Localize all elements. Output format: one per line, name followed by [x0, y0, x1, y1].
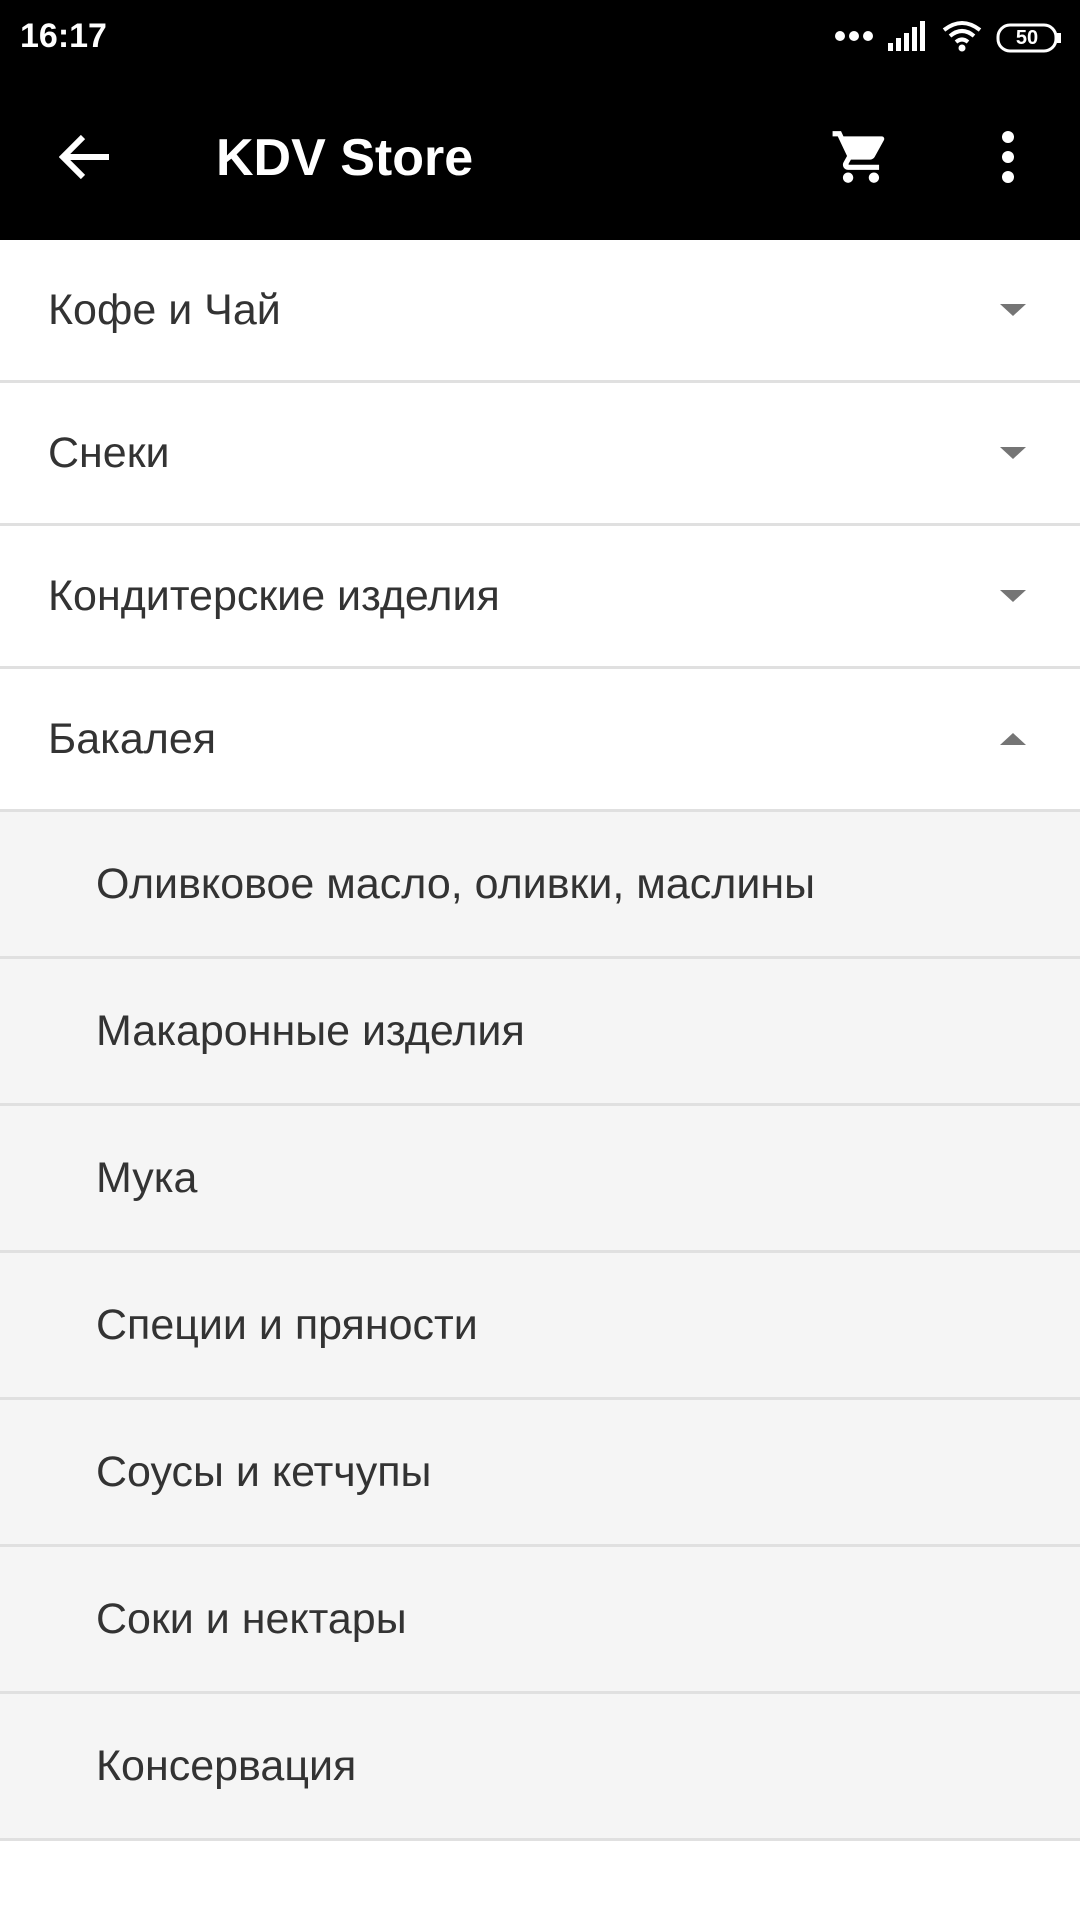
subcategory-item-olive-oil[interactable]: Оливковое масло, оливки, маслины — [0, 812, 1080, 959]
category-item-coffee-tea[interactable]: Кофе и Чай — [0, 240, 1080, 383]
arrow-back-icon — [58, 134, 111, 184]
subcategory-item-juices[interactable]: Соки и нектары — [0, 1547, 1080, 1694]
dots-icon — [834, 29, 874, 47]
app-toolbar: KDV Store — [0, 74, 1080, 240]
subcategory-label: Консервация — [96, 1742, 357, 1790]
more-options-button[interactable] — [968, 114, 1048, 204]
chevron-up-icon — [998, 729, 1028, 749]
status-icons: 50 — [834, 18, 1062, 58]
subcategory-item-flour[interactable]: Мука — [0, 1106, 1080, 1253]
subcategory-label: Соки и нектары — [96, 1595, 407, 1643]
subcategory-item-canned[interactable]: Консервация — [0, 1694, 1080, 1841]
app-title: KDV Store — [216, 129, 474, 187]
back-button[interactable] — [40, 114, 130, 204]
subcategory-item-sauces[interactable]: Соусы и кетчупы — [0, 1400, 1080, 1547]
category-label: Кофе и Чай — [48, 286, 281, 334]
category-label: Снеки — [48, 429, 170, 477]
battery-icon: 50 — [996, 23, 1062, 53]
subcategory-item-spices[interactable]: Специи и пряности — [0, 1253, 1080, 1400]
signal-icon — [888, 20, 928, 56]
category-item-grocery[interactable]: Бакалея — [0, 669, 1080, 812]
subcategory-label: Оливковое масло, оливки, маслины — [96, 860, 816, 908]
category-list: Кофе и Чай Снеки Кондитерские изделия Ба… — [0, 240, 1080, 1841]
category-label: Кондитерские изделия — [48, 572, 500, 620]
status-bar: 16:17 50 — [0, 0, 1080, 74]
status-time: 16:17 — [20, 17, 107, 55]
more-vert-icon — [998, 129, 1018, 190]
chevron-down-icon — [998, 300, 1028, 320]
category-item-snacks[interactable]: Снеки — [0, 383, 1080, 526]
subcategory-item-pasta[interactable]: Макаронные изделия — [0, 959, 1080, 1106]
chevron-down-icon — [998, 443, 1028, 463]
category-label: Бакалея — [48, 715, 217, 763]
wifi-icon — [942, 20, 982, 57]
subcategory-label: Макаронные изделия — [96, 1007, 525, 1055]
battery-level: 50 — [1015, 27, 1039, 49]
chevron-down-icon — [998, 586, 1028, 606]
category-item-confectionery[interactable]: Кондитерские изделия — [0, 526, 1080, 669]
cart-button[interactable] — [816, 114, 906, 204]
subcategory-label: Специи и пряности — [96, 1301, 478, 1349]
subcategory-label: Мука — [96, 1154, 198, 1202]
cart-icon — [830, 126, 892, 193]
subcategory-label: Соусы и кетчупы — [96, 1448, 432, 1496]
